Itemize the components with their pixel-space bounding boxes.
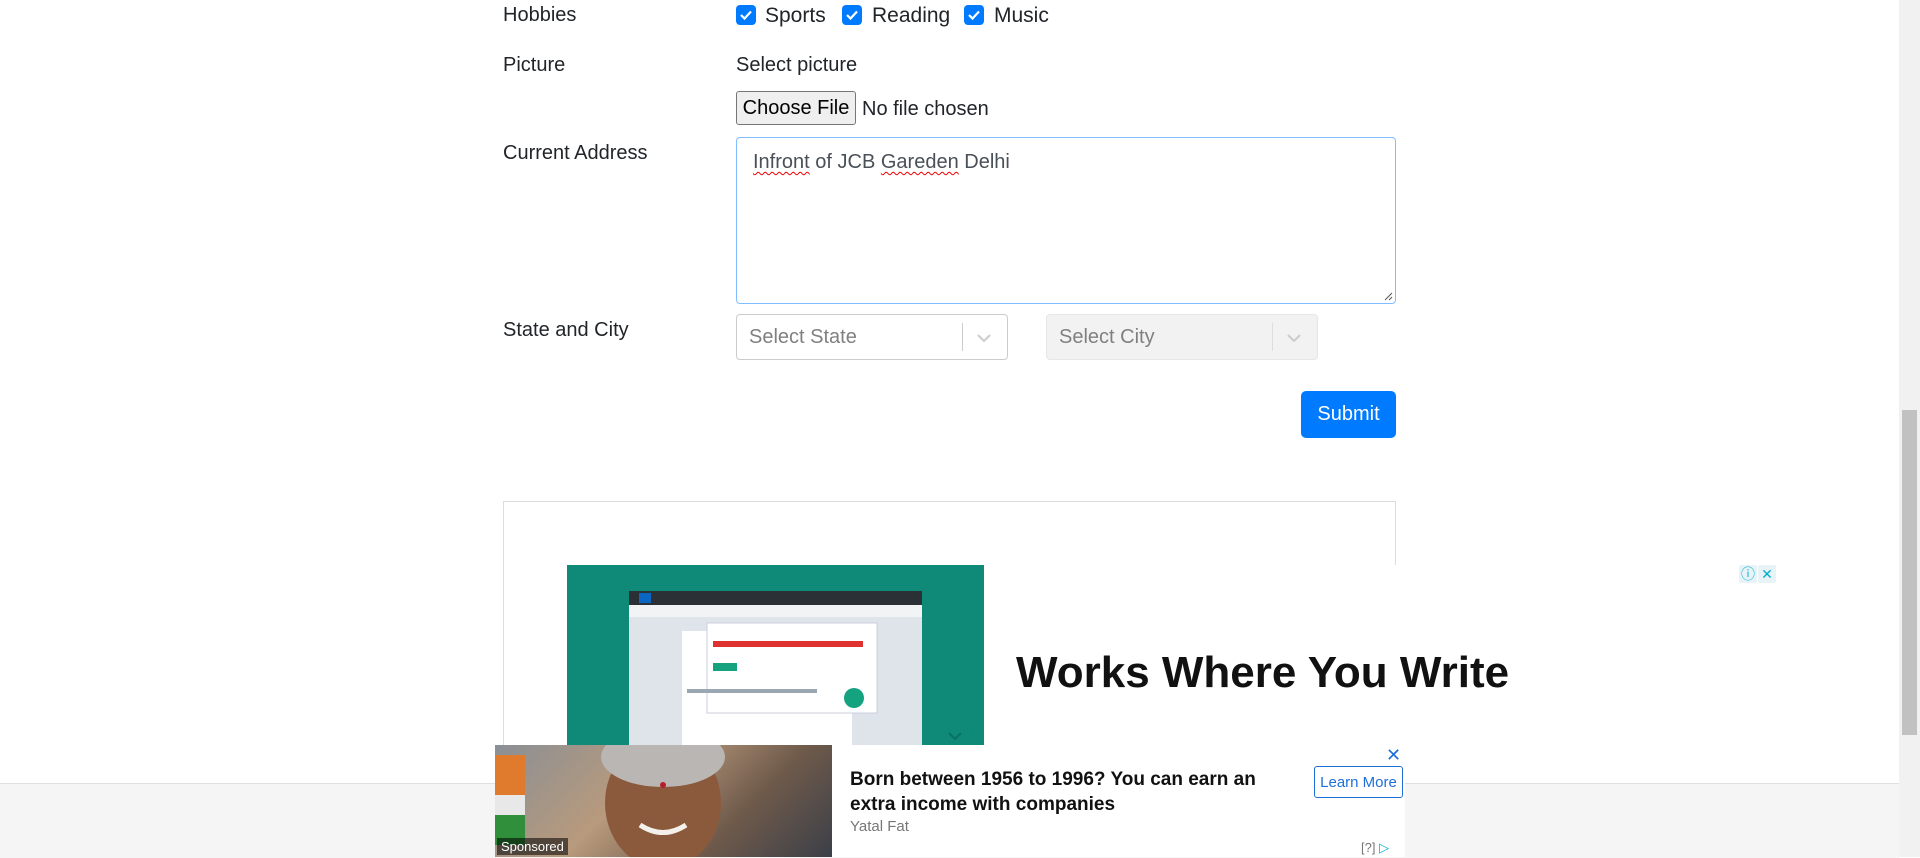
ad-image[interactable] <box>567 565 984 745</box>
ad-headline[interactable]: Works Where You Write <box>1016 648 1509 698</box>
chevron-down-icon <box>977 334 991 343</box>
adchoices-icon[interactable]: ▷ <box>1379 840 1389 855</box>
address-word: JCB <box>837 151 876 173</box>
hobbies-label: Hobbies <box>503 4 577 26</box>
close-icon[interactable]: ✕ <box>1386 745 1401 766</box>
state-select[interactable]: Select State <box>736 314 1008 360</box>
address-word: of <box>809 151 838 173</box>
city-select[interactable]: Select City <box>1046 314 1318 360</box>
sports-label[interactable]: Sports <box>765 4 826 28</box>
ad-photo[interactable]: Sponsored <box>495 745 832 857</box>
close-icon[interactable]: ✕ <box>1758 565 1776 583</box>
current-address-textarea[interactable]: Infront of JCB Gareden Delhi <box>736 137 1396 304</box>
sports-checkbox[interactable] <box>736 5 756 25</box>
resize-handle-icon[interactable] <box>1383 291 1393 301</box>
hobbies-group: Sports Reading Music <box>736 0 1076 34</box>
picture-label: Picture <box>503 54 566 76</box>
address-word: Infront <box>753 151 810 173</box>
chevron-down-icon <box>1287 334 1301 343</box>
state-placeholder: Select State <box>749 326 857 348</box>
submit-button[interactable]: Submit <box>1301 391 1396 438</box>
bottom-ad[interactable]: Sponsored Born between 1956 to 1996? You… <box>495 745 1405 857</box>
current-address-label: Current Address <box>503 142 648 164</box>
state-city-label: State and City <box>503 319 629 341</box>
reading-checkbox[interactable] <box>842 5 862 25</box>
ad-help-link[interactable]: [?] ▷ <box>1361 840 1389 856</box>
music-checkbox[interactable] <box>964 5 984 25</box>
sponsored-label: Sponsored <box>497 838 568 855</box>
ad-controls: ⓘ ✕ <box>1738 565 1778 585</box>
city-placeholder: Select City <box>1059 326 1155 348</box>
address-word: Gareden <box>880 151 959 173</box>
choose-file-button[interactable]: Choose File <box>736 91 856 125</box>
learn-more-button[interactable]: Learn More <box>1314 766 1403 798</box>
bottom-ad-source: Yatal Fat <box>850 818 909 835</box>
select-picture-hint: Select picture <box>736 54 858 76</box>
scrollbar-thumb[interactable] <box>1902 410 1917 735</box>
reading-label[interactable]: Reading <box>872 4 950 28</box>
info-icon[interactable]: ⓘ <box>1739 565 1757 583</box>
file-status: No file chosen <box>862 98 989 120</box>
music-label[interactable]: Music <box>994 4 1049 28</box>
address-word: Delhi <box>958 151 1010 173</box>
bottom-ad-title[interactable]: Born between 1956 to 1996? You can earn … <box>850 767 1290 817</box>
